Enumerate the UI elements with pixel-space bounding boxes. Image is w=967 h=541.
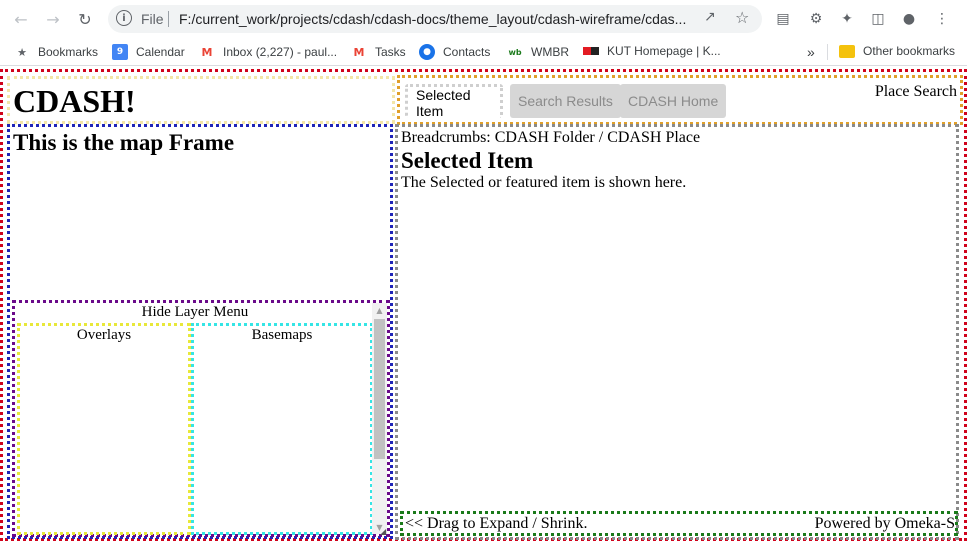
overlays-label: Overlays bbox=[76, 327, 132, 343]
extension-icon[interactable]: ⚙ bbox=[806, 9, 826, 29]
bookmark-item[interactable]: KUT Homepage | K... bbox=[583, 44, 721, 58]
side-panel-icon[interactable]: ◫ bbox=[868, 9, 888, 29]
bookmark-label: Contacts bbox=[443, 45, 491, 59]
arrow-right-icon[interactable]: → bbox=[42, 8, 64, 30]
bookmark-item[interactable]: wb WMBR bbox=[507, 44, 569, 60]
site-title[interactable]: CDASH! bbox=[13, 83, 136, 120]
arrow-left-icon[interactable]: ← bbox=[10, 8, 32, 30]
bookmark-item[interactable]: ● Contacts bbox=[419, 44, 490, 60]
bookmark-item[interactable]: M Tasks bbox=[351, 44, 406, 60]
bookmarks-overflow-button[interactable]: » bbox=[807, 44, 815, 60]
browser-toolbar: ← → ↻ i File F:/current_work/projects/cd… bbox=[0, 0, 967, 38]
puzzle-icon[interactable]: ✦ bbox=[837, 9, 857, 29]
resize-grip-icon[interactable]: ◢ bbox=[380, 527, 388, 536]
scrollbar-thumb[interactable] bbox=[374, 319, 385, 459]
reload-icon[interactable]: ↻ bbox=[74, 8, 96, 30]
overlays-panel: Overlays bbox=[17, 323, 191, 535]
basemaps-label: Basemaps bbox=[251, 327, 313, 343]
bookmark-label: Inbox (2,227) - paul... bbox=[223, 45, 338, 59]
powered-by-text: Powered by Omeka-S bbox=[814, 515, 955, 532]
kut-icon bbox=[583, 47, 599, 55]
page-footer: << Drag to Expand / Shrink. Powered by O… bbox=[400, 511, 958, 536]
star-icon: ★ bbox=[17, 45, 27, 59]
bookmarks-divider bbox=[827, 44, 828, 60]
reading-list-icon[interactable]: ▤ bbox=[773, 9, 793, 29]
layer-menu-scrollbar[interactable]: ▲ ▼ bbox=[372, 303, 387, 534]
place-search-link[interactable]: Place Search bbox=[875, 83, 957, 101]
bookmark-label: Tasks bbox=[375, 45, 406, 59]
bookmark-label: Bookmarks bbox=[38, 45, 99, 59]
site-header: CDASH! bbox=[7, 76, 395, 124]
wmbr-icon: wb bbox=[508, 47, 522, 57]
bookmark-label: Calendar bbox=[136, 45, 185, 59]
bookmark-item[interactable]: 9 Calendar bbox=[112, 44, 185, 60]
kebab-menu-icon[interactable]: ⋮ bbox=[932, 9, 952, 29]
tab-cdash-home[interactable]: CDASH Home bbox=[620, 84, 727, 118]
url-text[interactable]: F:/current_work/projects/cdash/cdash-doc… bbox=[179, 11, 699, 27]
address-bar[interactable]: i File F:/current_work/projects/cdash/cd… bbox=[108, 5, 762, 33]
info-icon[interactable]: i bbox=[116, 10, 132, 26]
basemaps-panel: Basemaps bbox=[191, 323, 373, 535]
chevron-double-right-icon: » bbox=[807, 44, 815, 60]
tab-search-results[interactable]: Search Results bbox=[510, 84, 621, 118]
profile-avatar-icon[interactable]: ● bbox=[899, 9, 919, 29]
gmail-icon: M bbox=[201, 45, 213, 59]
bookmark-label: KUT Homepage | K... bbox=[607, 44, 721, 58]
layer-menu: Hide Layer Menu Overlays Basemaps ▲ ▼ ◢ bbox=[12, 300, 390, 537]
bookmark-item[interactable]: ★ Bookmarks bbox=[14, 44, 98, 60]
content-frame: Breadcrumbs: CDASH Folder / CDASH Place … bbox=[395, 124, 959, 540]
contacts-icon: ● bbox=[419, 44, 435, 60]
map-frame[interactable]: This is the map Frame Hide Layer Menu Ov… bbox=[7, 124, 393, 539]
drag-expand-handle[interactable]: << Drag to Expand / Shrink. bbox=[405, 515, 587, 533]
folder-icon bbox=[839, 44, 855, 58]
bookmarks-bar: ★ Bookmarks 9 Calendar M Inbox (2,227) -… bbox=[0, 38, 967, 66]
bookmark-star-icon[interactable]: ☆ bbox=[735, 8, 749, 27]
bookmark-item[interactable]: M Inbox (2,227) - paul... bbox=[199, 44, 338, 60]
map-frame-title: This is the map Frame bbox=[13, 130, 235, 155]
share-icon[interactable]: ↗ bbox=[704, 9, 716, 25]
gmail-icon: M bbox=[353, 45, 365, 59]
omnibox-divider bbox=[168, 11, 169, 27]
hide-layer-menu-button[interactable]: Hide Layer Menu bbox=[15, 304, 375, 321]
item-heading: Selected Item bbox=[401, 148, 534, 173]
item-description: The Selected or featured item is shown h… bbox=[401, 174, 687, 191]
bookmark-label: WMBR bbox=[531, 45, 569, 59]
other-bookmarks-folder[interactable]: Other bookmarks bbox=[839, 44, 955, 58]
scroll-up-arrow-icon[interactable]: ▲ bbox=[372, 303, 387, 317]
calendar-icon: 9 bbox=[112, 44, 128, 60]
tab-bar: Selected Item Search Results CDASH Home … bbox=[397, 75, 963, 125]
bookmark-label: Other bookmarks bbox=[863, 44, 956, 58]
tab-selected-item[interactable]: Selected Item bbox=[405, 84, 503, 119]
page-wrapper: CDASH! Selected Item Search Results CDAS… bbox=[0, 69, 967, 541]
breadcrumb: Breadcrumbs: CDASH Folder / CDASH Place bbox=[401, 129, 701, 146]
scheme-label: File bbox=[141, 11, 164, 27]
